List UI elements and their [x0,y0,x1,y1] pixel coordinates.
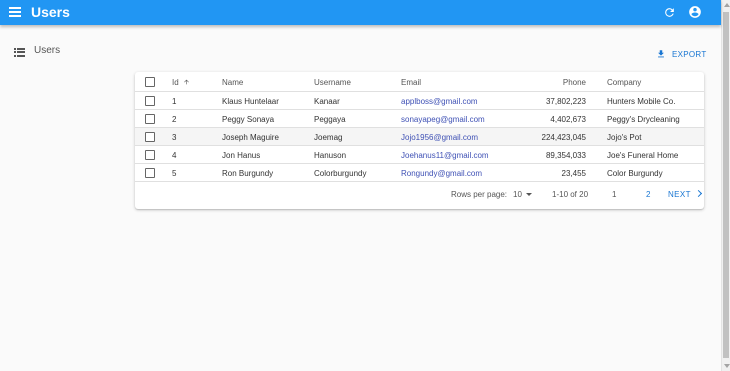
cell-name: Ron Burgundy [222,169,274,178]
cell-id: 2 [172,115,177,124]
cell-email-link[interactable]: sonayapeg@gmail.com [401,115,485,124]
cell-id: 1 [172,97,177,106]
menu-icon[interactable] [9,7,21,17]
app-title: Users [31,4,70,20]
select-all-checkbox[interactable] [145,77,155,87]
row-checkbox[interactable] [145,168,155,178]
pagination: Rows per page: 10 1-10 of 20 1 2 NEXT [135,189,704,203]
cell-phone: 37,802,223 [545,97,586,106]
cell-company: Peggy's Drycleaning [607,115,680,124]
users-table: Id Name Username Email Phone Company 1 K… [135,72,704,209]
page-button-2[interactable]: 2 [646,190,650,199]
table-row[interactable]: 3 Joseph Maguire Joemag Jojo1956@gmail.c… [135,128,704,146]
list-icon [14,47,25,57]
cell-name: Joseph Maguire [222,133,279,142]
cell-phone: 224,423,045 [541,133,587,142]
column-header-email[interactable]: Email [401,78,421,87]
cell-company: Joe's Funeral Home [607,151,679,160]
column-header-label: Id [172,78,179,87]
cell-phone: 23,455 [561,169,586,178]
cell-username: Hanuson [314,151,347,160]
table-row[interactable]: 4 Jon Hanus Hanuson Joehanus11@gmail.com… [135,146,704,164]
column-header-id[interactable]: Id [172,78,190,87]
chevron-right-icon [694,189,702,198]
scroll-down-arrow-icon[interactable] [724,364,730,368]
next-label: NEXT [668,190,691,199]
table-header-row: Id Name Username Email Phone Company [135,72,704,92]
scroll-up-arrow-icon[interactable] [724,3,730,7]
row-checkbox[interactable] [145,96,155,106]
cell-id: 4 [172,151,177,160]
cell-username: Colorburgundy [314,169,367,178]
scrollbar-thumb[interactable] [723,12,729,358]
next-page-button[interactable]: NEXT [668,189,702,199]
column-header-username[interactable]: Username [314,78,351,87]
cell-username: Joemag [314,133,343,142]
row-checkbox[interactable] [145,150,155,160]
cell-company: Jojo's Pot [607,133,642,142]
rows-per-page-select[interactable]: 10 [513,190,532,199]
cell-name: Jon Hanus [222,151,261,160]
column-header-name[interactable]: Name [222,78,243,87]
cell-email-link[interactable]: Joehanus11@gmail.com [401,151,489,160]
cell-id: 3 [172,133,177,142]
rows-per-page-value: 10 [513,190,522,199]
cell-email-link[interactable]: Jojo1956@gmail.com [401,133,478,142]
column-header-phone[interactable]: Phone [563,78,586,87]
export-button[interactable]: EXPORT [656,48,707,60]
cell-phone: 89,354,033 [545,151,586,160]
row-checkbox[interactable] [145,132,155,142]
cell-email-link[interactable]: Rongundy@gmail.com [401,169,482,178]
account-icon[interactable] [688,5,702,19]
cell-id: 5 [172,169,177,178]
cell-phone: 4,402,673 [550,115,586,124]
sidebar-item-users[interactable]: Users [14,45,60,59]
vertical-scrollbar[interactable] [721,0,730,371]
table-row[interactable]: 1 Klaus Huntelaar Kanaar applboss@gmail.… [135,92,704,110]
sidebar-item-label: Users [34,45,61,56]
cell-name: Klaus Huntelaar [222,97,279,106]
cell-company: Hunters Mobile Co. [607,97,676,106]
cell-company: Color Burgundy [607,169,663,178]
cell-username: Peggaya [314,115,346,124]
download-icon [658,50,664,58]
sort-ascending-icon [183,79,189,85]
row-checkbox[interactable] [145,114,155,124]
table-row[interactable]: 2 Peggy Sonaya Peggaya sonayapeg@gmail.c… [135,110,704,128]
caret-down-icon [525,193,532,196]
cell-email-link[interactable]: applboss@gmail.com [401,97,478,106]
cell-username: Kanaar [314,97,340,106]
rows-per-page-label: Rows per page: [451,190,508,199]
pagination-range: 1-10 of 20 [552,190,589,199]
refresh-icon[interactable] [663,6,676,19]
export-label: EXPORT [672,49,707,59]
column-header-company[interactable]: Company [607,78,641,87]
page-button-1[interactable]: 1 [612,190,616,199]
table-row[interactable]: 5 Ron Burgundy Colorburgundy Rongundy@gm… [135,164,704,182]
app-bar: Users [0,0,721,25]
cell-name: Peggy Sonaya [222,115,275,124]
